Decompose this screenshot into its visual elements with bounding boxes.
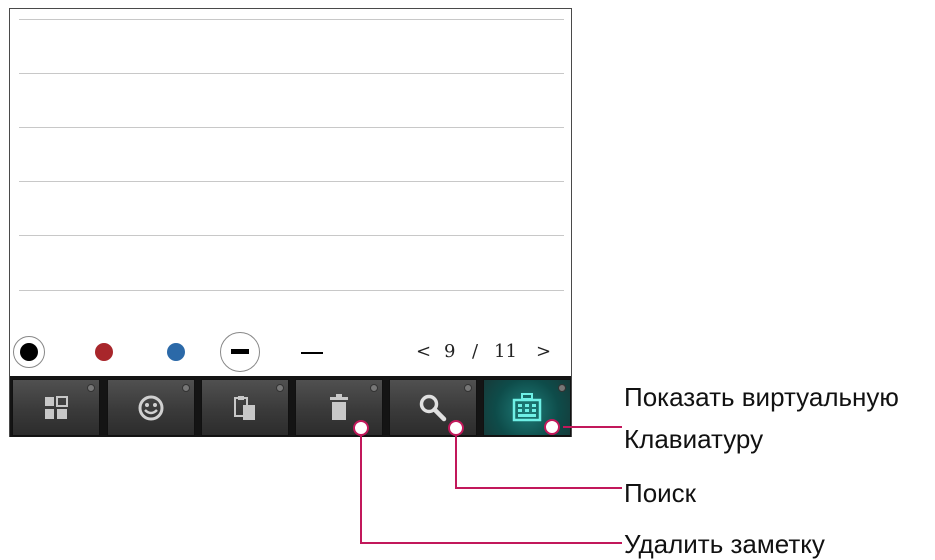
- black-dot-icon: [20, 343, 38, 361]
- keyboard-icon: [512, 392, 542, 421]
- red-dot-icon: [95, 343, 113, 361]
- indicator-led: [276, 384, 284, 392]
- trash-icon: [330, 393, 348, 420]
- pen-options-row: < 9 / 11 >: [10, 327, 571, 375]
- note-line: [19, 181, 564, 182]
- pen-color-red[interactable]: [88, 336, 120, 368]
- indicator-led: [182, 384, 190, 392]
- grid-icon: [45, 395, 68, 419]
- pen-color-black[interactable]: [13, 336, 45, 368]
- pen-color-blue[interactable]: [160, 336, 192, 368]
- indicator-led: [370, 384, 378, 392]
- smiley-icon: [138, 395, 164, 420]
- grid-view-button[interactable]: [12, 379, 100, 436]
- callout-keyboard-line1: Показать виртуальную: [624, 382, 899, 412]
- delete-note-button[interactable]: [295, 379, 383, 436]
- emoji-button[interactable]: [107, 379, 195, 436]
- thin-stroke-icon: [301, 352, 323, 354]
- callout-delete: Удалить заметку: [624, 529, 825, 559]
- thin-stroke-button[interactable]: [296, 336, 328, 368]
- search-icon: [419, 394, 447, 421]
- note-line: [19, 290, 564, 291]
- note-screen: < 9 / 11 >: [9, 8, 572, 437]
- callout-anchor-search: [448, 420, 464, 436]
- indicator-led: [464, 384, 472, 392]
- leader-line-search: [455, 428, 457, 489]
- leader-line-delete: [360, 542, 622, 544]
- page-separator: /: [472, 341, 479, 362]
- indicator-led: [87, 384, 95, 392]
- callout-search: Поиск: [624, 478, 697, 508]
- note-line: [19, 235, 564, 236]
- note-line: [19, 19, 564, 20]
- total-pages: 11: [494, 341, 517, 362]
- current-page-number: 9: [444, 341, 456, 362]
- paste-icon: [234, 395, 255, 420]
- bottom-toolbar: [10, 376, 571, 437]
- note-line: [19, 127, 564, 128]
- page-indicator: < 9 / 11 >: [410, 341, 560, 363]
- callout-keyboard-line2: Клавиатуру: [624, 424, 764, 454]
- callout-anchor-keyboard: [544, 419, 560, 435]
- leader-line-delete: [360, 428, 362, 544]
- note-line: [19, 73, 564, 74]
- indicator-led: [558, 384, 566, 392]
- paste-button[interactable]: [201, 379, 289, 436]
- previous-page-button[interactable]: <: [416, 341, 431, 363]
- leader-line-keyboard: [563, 426, 622, 428]
- blue-dot-icon: [167, 343, 185, 361]
- callout-anchor-delete: [353, 420, 369, 436]
- next-page-button[interactable]: >: [536, 341, 551, 363]
- leader-line-search: [455, 487, 622, 489]
- thick-stroke-button[interactable]: [220, 332, 260, 372]
- thick-stroke-icon: [231, 349, 249, 354]
